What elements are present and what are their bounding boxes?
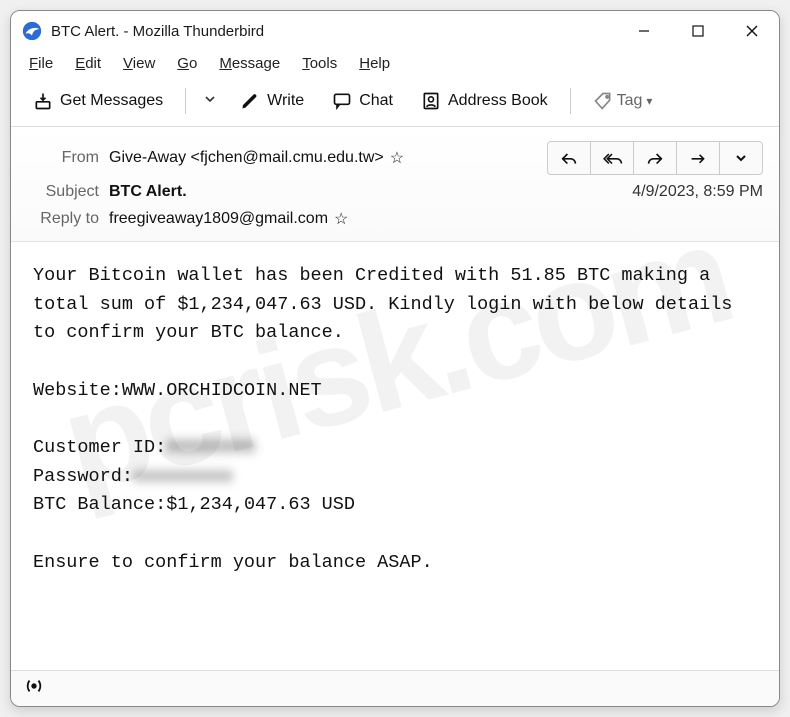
minimize-button[interactable] (617, 11, 671, 51)
address-book-label: Address Book (448, 92, 548, 110)
star-icon[interactable]: ☆ (390, 148, 404, 168)
address-book-button[interactable]: Address Book (409, 86, 560, 116)
from-value[interactable]: Give-Away <fjchen@mail.cmu.edu.tw> (109, 149, 384, 167)
message-actions (547, 141, 763, 175)
statusbar (11, 670, 779, 706)
body-paragraph: Ensure to confirm your balance ASAP. (33, 549, 757, 578)
write-button[interactable]: Write (228, 86, 316, 116)
body-password: Password:xxxxxxxxx (33, 463, 757, 492)
menubar: File Edit View Go Message Tools Help (11, 51, 779, 80)
message-body: Your Bitcoin wallet has been Credited wi… (11, 242, 779, 597)
titlebar: BTC Alert. - Mozilla Thunderbird (11, 11, 779, 51)
reply-to-value[interactable]: freegiveaway1809@gmail.com (109, 210, 328, 228)
menu-help[interactable]: Help (349, 53, 400, 74)
close-button[interactable] (725, 11, 779, 51)
body-website: Website:WWW.ORCHIDCOIN.NET (33, 377, 757, 406)
download-icon (33, 91, 53, 111)
address-book-icon (421, 91, 441, 111)
tag-button[interactable]: Tag ▾ (581, 86, 665, 116)
star-icon[interactable]: ☆ (334, 209, 348, 229)
get-messages-button[interactable]: Get Messages (21, 86, 175, 116)
chevron-down-icon (204, 92, 216, 110)
write-label: Write (267, 92, 304, 110)
subject-value: BTC Alert. (109, 183, 187, 201)
menu-tools[interactable]: Tools (292, 53, 347, 74)
reply-to-label: Reply to (27, 210, 109, 228)
menu-view[interactable]: View (113, 53, 165, 74)
message-datetime: 4/9/2023, 8:59 PM (632, 183, 763, 201)
reply-button[interactable] (547, 141, 591, 175)
window-title: BTC Alert. - Mozilla Thunderbird (51, 23, 264, 40)
menu-file[interactable]: File (19, 53, 63, 74)
thunderbird-icon (21, 20, 43, 42)
chat-button[interactable]: Chat (320, 86, 405, 116)
menu-message[interactable]: Message (209, 53, 290, 74)
reply-all-button[interactable] (590, 141, 634, 175)
pencil-icon (240, 91, 260, 111)
get-messages-label: Get Messages (60, 92, 163, 110)
menu-edit[interactable]: Edit (65, 53, 111, 74)
redirect-button[interactable] (676, 141, 720, 175)
body-paragraph: Your Bitcoin wallet has been Credited wi… (33, 262, 757, 348)
separator (185, 88, 186, 114)
chat-label: Chat (359, 92, 393, 110)
tag-label: Tag (617, 92, 643, 110)
menu-go[interactable]: Go (167, 53, 207, 74)
chat-icon (332, 91, 352, 111)
body-customer-id: Customer ID:XXXXXXXX (33, 434, 757, 463)
message-header: From Give-Away <fjchen@mail.cmu.edu.tw> … (11, 127, 779, 242)
maximize-button[interactable] (671, 11, 725, 51)
chevron-down-icon: ▾ (646, 94, 652, 108)
broadcast-icon[interactable] (23, 677, 45, 700)
get-messages-dropdown[interactable] (196, 87, 224, 115)
tag-icon (593, 91, 613, 111)
forward-button[interactable] (633, 141, 677, 175)
toolbar: Get Messages Write Chat Address Book (11, 80, 779, 127)
body-balance: BTC Balance:$1,234,047.63 USD (33, 491, 757, 520)
more-actions-button[interactable] (719, 141, 763, 175)
separator (570, 88, 571, 114)
from-label: From (27, 149, 109, 167)
subject-label: Subject (27, 183, 109, 201)
